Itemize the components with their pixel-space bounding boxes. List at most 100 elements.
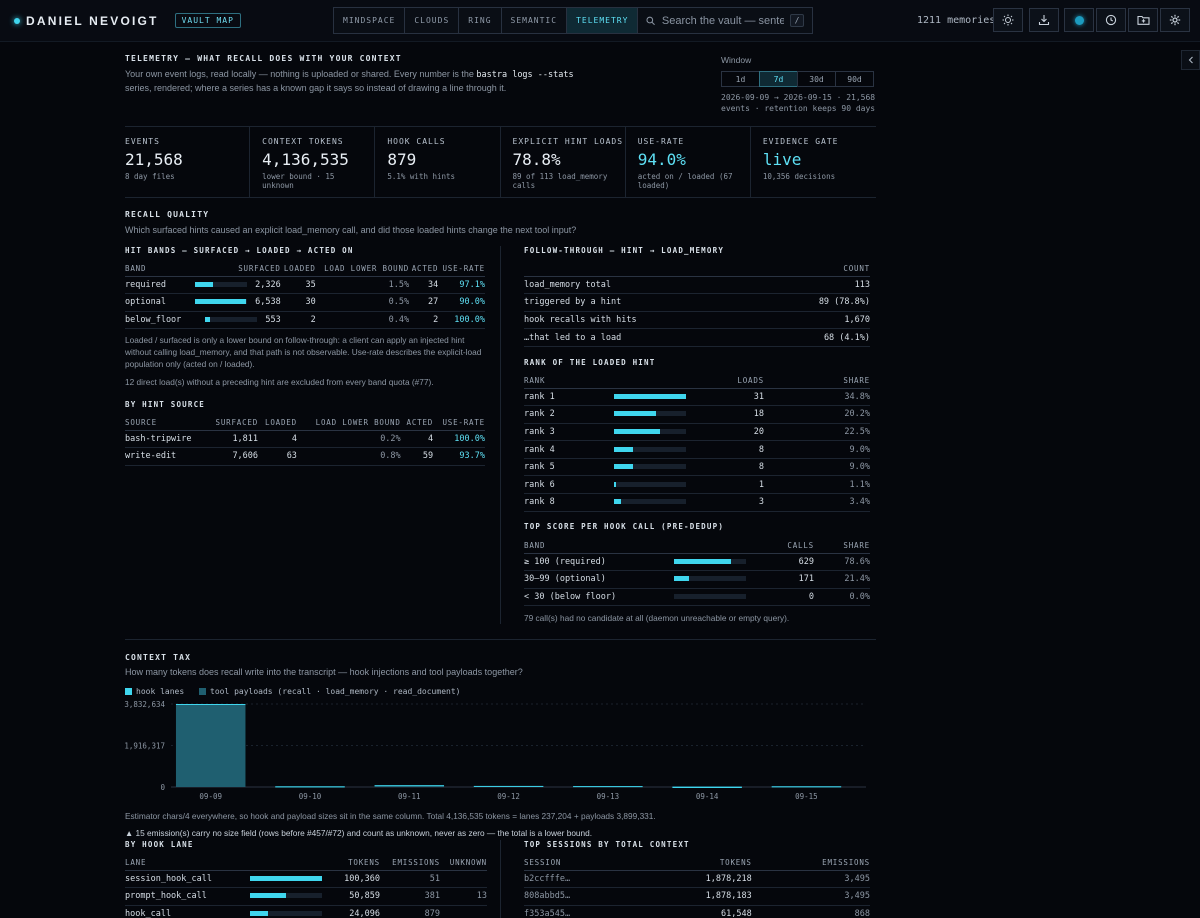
top-score-table-body: ≥ 100 (required) 629 78.6% 30–99 (optional)… [524, 553, 870, 607]
window-option-90d[interactable]: 90d [835, 71, 874, 87]
loaded-cell: 2 [280, 311, 316, 330]
table-row: rank 5 8 9.0% [524, 458, 870, 477]
share-cell: 22.5% [764, 423, 870, 442]
brand[interactable]: DANIEL NEVOIGT VAULT MAP [14, 13, 241, 28]
stat-sub: 89 of 113 load_memory calls [513, 172, 625, 190]
search-icon [646, 16, 656, 25]
metric-value: 1,670 [761, 311, 870, 330]
intro-line2: series, rendered; where a series has a k… [125, 83, 507, 93]
gear-icon [1169, 14, 1181, 26]
column-header: BAND [125, 261, 187, 277]
table-header-row: SESSION TOKENS EMISSIONS [524, 855, 870, 871]
table-row: session_hook_call 100,360 51 [125, 870, 487, 889]
emissions-cell: 879 [380, 905, 440, 918]
table-header-row: COUNT [524, 261, 870, 277]
search-placeholder: Search the vault — sentenc [661, 14, 784, 27]
table-row: hook recalls with hits 1,670 [524, 311, 870, 330]
surfaced-cell: 6,538 [186, 293, 281, 312]
settings-button[interactable] [1160, 8, 1190, 32]
rank-bar-cell [614, 388, 694, 407]
rank-label: rank 2 [524, 405, 614, 424]
window-option-1d[interactable]: 1d [721, 71, 760, 87]
rank-table-body: rank 1 31 34.8% rank 2 18 20.2% rank 3 20 22.5% r… [524, 388, 870, 512]
bar-hook-lanes [275, 786, 345, 788]
share-bar [674, 558, 746, 564]
table-row: hook_call 24,096 879 [125, 905, 487, 918]
vault-map-badge[interactable]: VAULT MAP [174, 13, 241, 28]
stat-evidence-gate: EVIDENCE GATE live 10,356 decisions [751, 127, 876, 197]
tab-clouds[interactable]: CLOUDS [405, 8, 460, 33]
window-option-30d[interactable]: 30d [797, 71, 836, 87]
table-row: prompt_hook_call 50,859 381 13 [125, 887, 487, 906]
table-row: ≥ 100 (required) 629 78.6% [524, 553, 870, 572]
unknown-cell [440, 870, 487, 889]
stat-label: CONTEXT TOKENS [262, 137, 344, 146]
y-tick-label: 1,916,317 [124, 742, 165, 751]
share-bar-fill [614, 393, 686, 399]
stat-value: 78.8% [512, 150, 561, 169]
table-row[interactable]: 808abbd5… 1,878,183 3,495 [524, 887, 870, 906]
status-button[interactable] [1064, 8, 1094, 32]
source-name: write-edit [125, 447, 207, 466]
rank-label: rank 3 [524, 423, 614, 442]
lane-bar-cell [250, 870, 330, 889]
x-tick-label: 09-15 [795, 792, 818, 801]
column-header: LOAD LOWER BOUND [296, 415, 401, 431]
lane-bar-cell [250, 887, 330, 906]
hint-source-table: SOURCE SURFACED LOADED LOAD LOWER BOUND … [125, 415, 485, 466]
share-bar-fill [614, 464, 633, 470]
table-row[interactable]: f353a545… 61,548 868 [524, 905, 870, 918]
calls-cell: 171 [764, 570, 814, 589]
follow-through-title: FOLLOW-THROUGH — HINT → LOAD_MEMORY [524, 246, 725, 255]
stat-sub: 5.1% with hints [387, 172, 456, 181]
tab-telemetry[interactable]: TELEMETRY [567, 8, 639, 33]
table-row: below_floor 553 2 0.4% 2 100.0% [125, 311, 485, 330]
bar-hook-lanes [771, 786, 842, 788]
collapse-panel-button[interactable] [1181, 50, 1200, 70]
rank-label: rank 8 [524, 493, 614, 512]
column-header: SOURCE [125, 415, 207, 431]
chevron-left-icon [1188, 56, 1193, 64]
session-id[interactable]: f353a545… [524, 905, 638, 918]
table-row: triggered by a hint 89 (78.8%) [524, 293, 870, 312]
table-header-row: LANE TOKENS EMISSIONS UNKNOWN [125, 855, 487, 871]
lower-bound-cell: 0.8% [296, 447, 401, 466]
tab-semantic[interactable]: SEMANTIC [502, 8, 568, 33]
open-folder-button[interactable] [1128, 8, 1158, 32]
brightness-button[interactable] [993, 8, 1023, 32]
surfaced-bar-fill [195, 281, 214, 287]
loaded-cell: 35 [280, 276, 316, 295]
table-header-row: SOURCE SURFACED LOADED LOAD LOWER BOUND … [125, 415, 485, 431]
table-row[interactable]: b2ccfffe… 1,878,218 3,495 [524, 870, 870, 889]
use-rate-cell: 90.0% [438, 293, 485, 312]
lane-name: hook_call [125, 905, 250, 918]
tab-mindspace[interactable]: MINDSPACE [334, 8, 406, 33]
session-id[interactable]: b2ccfffe… [524, 870, 638, 889]
surfaced-bar-fill [195, 299, 247, 305]
bar-hook-lanes [573, 786, 643, 788]
share-bar [614, 428, 686, 434]
column-header: SURFACED [206, 415, 259, 431]
share-bar-fill [674, 576, 690, 582]
table-row: rank 2 18 20.2% [524, 405, 870, 424]
download-button[interactable] [1029, 8, 1059, 32]
session-id[interactable]: 808abbd5… [524, 887, 638, 906]
history-button[interactable] [1096, 8, 1126, 32]
search-input[interactable]: Search the vault — sentenc / [638, 8, 812, 33]
rank-label: rank 1 [524, 388, 614, 407]
stat-label: USE-RATE [637, 137, 685, 146]
unknown-warning: ▲ 15 emission(s) carry no size field (ro… [125, 828, 593, 838]
window-option-7d[interactable]: 7d [759, 71, 798, 87]
x-tick-label: 09-09 [199, 792, 222, 801]
score-bar-cell [674, 588, 764, 607]
loads-cell: 20 [694, 423, 764, 442]
tab-ring[interactable]: RING [459, 8, 502, 33]
table-row: required 2,326 35 1.5% 34 97.1% [125, 276, 485, 295]
column-header: SHARE [814, 538, 870, 554]
tokens-cell: 100,360 [330, 870, 380, 889]
lane-bar-fill [250, 893, 286, 899]
acted-cell: 34 [409, 276, 439, 295]
stat-sub-line2: loaded) [637, 181, 670, 190]
share-cell: 9.0% [764, 458, 870, 477]
table-header-row: BAND CALLS SHARE [524, 538, 870, 554]
